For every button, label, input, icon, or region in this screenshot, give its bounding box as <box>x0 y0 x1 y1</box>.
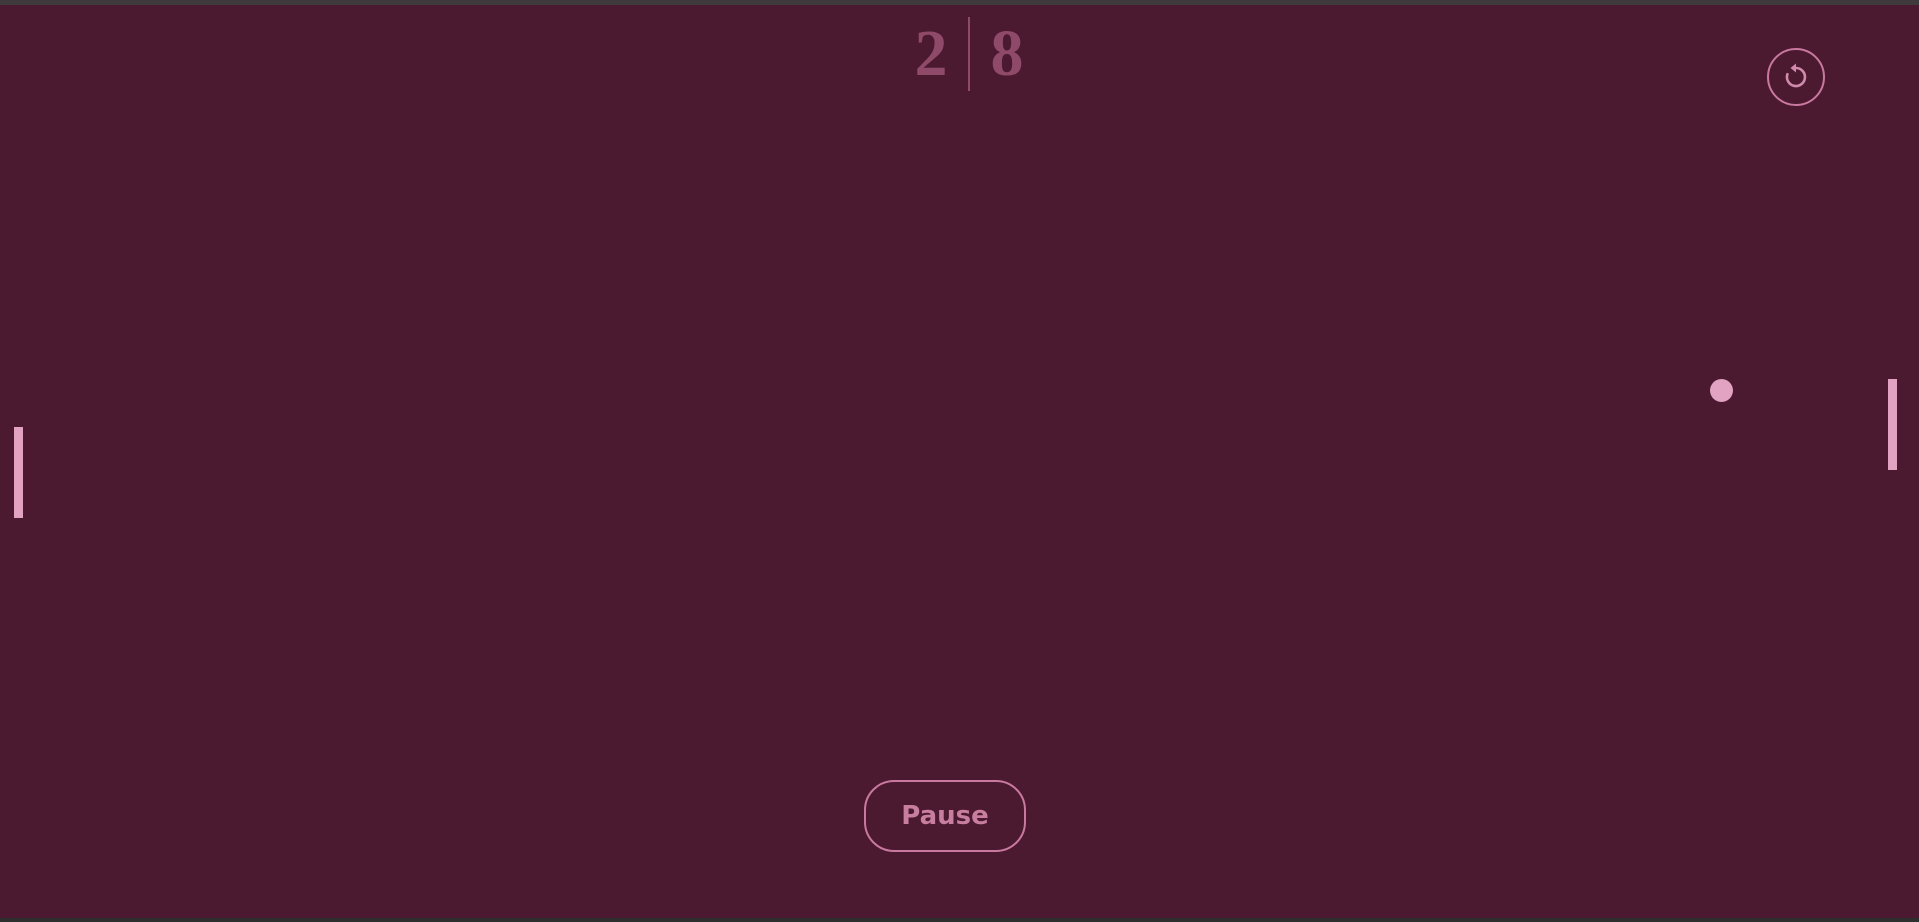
pause-button[interactable]: Pause <box>864 780 1026 852</box>
scoreboard: 2 8 <box>908 16 1030 92</box>
restart-icon <box>1781 62 1811 92</box>
right-player-score: 8 <box>990 17 1024 90</box>
game-canvas[interactable]: 2 8 Pause <box>0 0 1919 922</box>
left-paddle[interactable] <box>14 427 23 518</box>
left-player-score: 2 <box>914 17 948 90</box>
ball <box>1710 379 1733 402</box>
score-divider <box>968 17 970 91</box>
right-paddle <box>1888 379 1897 470</box>
restart-button[interactable] <box>1767 48 1825 106</box>
